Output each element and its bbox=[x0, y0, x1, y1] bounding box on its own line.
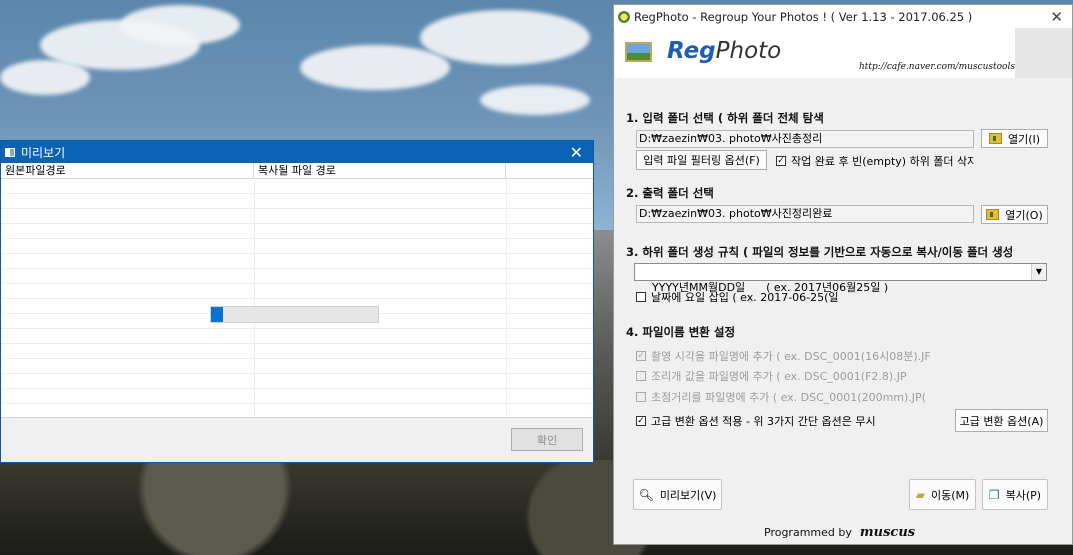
advanced-options-label: 고급 변환 옵션 적용 - 위 3가지 간단 옵션은 무시 bbox=[651, 415, 876, 428]
folder-rule-select[interactable]: YYYY년MM월DD일 ( ex. 2017년06월25일 ) ▼ bbox=[634, 263, 1047, 294]
input-filter-button[interactable]: 입력 파일 필터링 옵션(F) bbox=[636, 150, 767, 170]
shot-time-checkbox[interactable]: ✓ 촬영 시각을 파일명에 추가 ( ex. DSC_0001(16시08분).J… bbox=[636, 348, 936, 364]
section1-label: 1. 입력 폴더 선택 ( 하위 폴더 전체 탐색 bbox=[626, 111, 824, 125]
close-icon[interactable]: ✕ bbox=[1050, 8, 1063, 26]
section3-label: 3. 하위 폴더 생성 규칙 ( 파일의 정보를 기반으로 자동으로 복사/이동… bbox=[626, 245, 1014, 259]
photo-logo-icon bbox=[625, 42, 652, 62]
checkbox-icon bbox=[636, 371, 646, 381]
dropdown-arrow-icon[interactable]: ▼ bbox=[1031, 264, 1046, 280]
regphoto-title: RegPhoto - Regroup Your Photos ! ( Ver 1… bbox=[634, 9, 973, 24]
preview-button-label: 미리보기(V) bbox=[659, 488, 717, 502]
logo-reg: Reg bbox=[667, 38, 716, 64]
delete-empty-checkbox[interactable]: ✓ 작업 완료 후 빈(empty) 하위 폴더 삭자 bbox=[776, 153, 974, 169]
list-rows bbox=[1, 179, 593, 417]
copy-button-label: 복사(P) bbox=[1005, 488, 1042, 502]
checkbox-icon bbox=[636, 292, 646, 302]
input-folder-field[interactable]: D:₩zaezin₩03. photo₩사진총정리 bbox=[636, 130, 974, 148]
weekday-checkbox[interactable]: 날짜에 요일 삽입 ( ex. 2017-06-25(일 bbox=[636, 289, 846, 305]
app-icon bbox=[618, 10, 630, 23]
folder-icon bbox=[986, 209, 1000, 220]
advanced-options-button[interactable]: 고급 변환 옵션(A) bbox=[955, 409, 1048, 432]
weekday-label: 날짜에 요일 삽입 ( ex. 2017-06-25(일 bbox=[651, 291, 839, 304]
cloud bbox=[300, 45, 450, 90]
regphoto-window: RegPhoto - Regroup Your Photos ! ( Ver 1… bbox=[613, 4, 1073, 545]
checkbox-icon: ✓ bbox=[636, 351, 646, 361]
cloud bbox=[420, 10, 590, 65]
checkbox-icon: ✓ bbox=[636, 416, 646, 426]
app-logo: RegPhoto bbox=[667, 38, 781, 64]
preview-window: 미리보기 ✕ 원본파일경로 복사될 파일 경로 확인 bbox=[0, 140, 594, 463]
ok-button[interactable]: 확인 bbox=[511, 428, 583, 451]
footer-credit: Programmed by muscus bbox=[764, 525, 915, 540]
move-button[interactable]: ▰ 이동(M) bbox=[909, 479, 976, 510]
copy-icon: ❐ bbox=[988, 487, 1000, 502]
open-input-button[interactable]: 열기(I) bbox=[981, 129, 1048, 148]
section2-label: 2. 출력 폴더 선택 bbox=[626, 186, 714, 200]
move-button-label: 이동(M) bbox=[930, 488, 970, 502]
column-source-path[interactable]: 원본파일경로 bbox=[1, 163, 254, 178]
cloud bbox=[0, 60, 90, 95]
preview-title: 미리보기 bbox=[21, 145, 66, 160]
checkbox-icon: ✓ bbox=[776, 156, 786, 166]
preview-button[interactable]: 🔍︎ 미리보기(V) bbox=[633, 479, 722, 510]
focal-length-label: 초점거리를 파일명에 추가 ( ex. DSC_0001(200mm).JP( bbox=[651, 391, 926, 404]
delete-empty-label: 작업 완료 후 빈(empty) 하위 폴더 삭자 bbox=[791, 155, 974, 168]
window-icon bbox=[5, 147, 15, 157]
logo-photo: Photo bbox=[715, 38, 782, 64]
aperture-label: 조리개 값을 파일명에 추가 ( ex. DSC_0001(F2.8).JP bbox=[651, 370, 907, 383]
preview-titlebar[interactable]: 미리보기 ✕ bbox=[1, 141, 593, 163]
banner: RegPhoto http://cafe.naver.com/muscustoo… bbox=[615, 28, 1015, 78]
folder-icon bbox=[988, 133, 1002, 144]
checkbox-icon bbox=[636, 392, 646, 402]
open-output-button[interactable]: 열기(O) bbox=[981, 205, 1048, 224]
advanced-options-checkbox[interactable]: ✓ 고급 변환 옵션 적용 - 위 3가지 간단 옵션은 무시 bbox=[636, 413, 886, 429]
shot-time-label: 촬영 시각을 파일명에 추가 ( ex. DSC_0001(16시08분).JF bbox=[651, 350, 931, 363]
preview-list[interactable]: 원본파일경로 복사될 파일 경로 bbox=[1, 163, 593, 418]
open-input-label: 열기(I) bbox=[1007, 132, 1041, 146]
list-header: 원본파일경로 복사될 파일 경로 bbox=[1, 163, 593, 179]
section4-label: 4. 파일이름 변환 설정 bbox=[626, 325, 736, 339]
programmed-by-text: Programmed by bbox=[764, 526, 852, 539]
progress-fill bbox=[211, 307, 223, 322]
column-empty[interactable] bbox=[506, 163, 593, 178]
cloud bbox=[120, 5, 240, 45]
focal-length-checkbox[interactable]: 초점거리를 파일명에 추가 ( ex. DSC_0001(200mm).JP( bbox=[636, 389, 931, 405]
regphoto-titlebar[interactable]: RegPhoto - Regroup Your Photos ! ( Ver 1… bbox=[614, 5, 1072, 29]
progress-bar bbox=[210, 306, 379, 323]
close-icon[interactable]: ✕ bbox=[570, 143, 583, 162]
author-signature: muscus bbox=[859, 525, 916, 540]
column-dest-path[interactable]: 복사될 파일 경로 bbox=[254, 163, 506, 178]
cafe-url-link[interactable]: http://cafe.naver.com/muscustools bbox=[859, 62, 1015, 72]
column-divider bbox=[506, 179, 507, 417]
magnifier-icon: 🔍︎ bbox=[638, 487, 654, 502]
cloud bbox=[480, 85, 590, 115]
aperture-checkbox[interactable]: 조리개 값을 파일명에 추가 ( ex. DSC_0001(F2.8).JP bbox=[636, 368, 921, 384]
open-output-label: 열기(O) bbox=[1005, 208, 1043, 222]
banner-filler bbox=[1015, 28, 1072, 78]
copy-button[interactable]: ❐ 복사(P) bbox=[982, 479, 1048, 510]
output-folder-field[interactable]: D:₩zaezin₩03. photo₩사진정리완료 bbox=[636, 205, 974, 223]
folder-icon: ▰ bbox=[915, 487, 925, 502]
column-divider bbox=[254, 179, 255, 417]
